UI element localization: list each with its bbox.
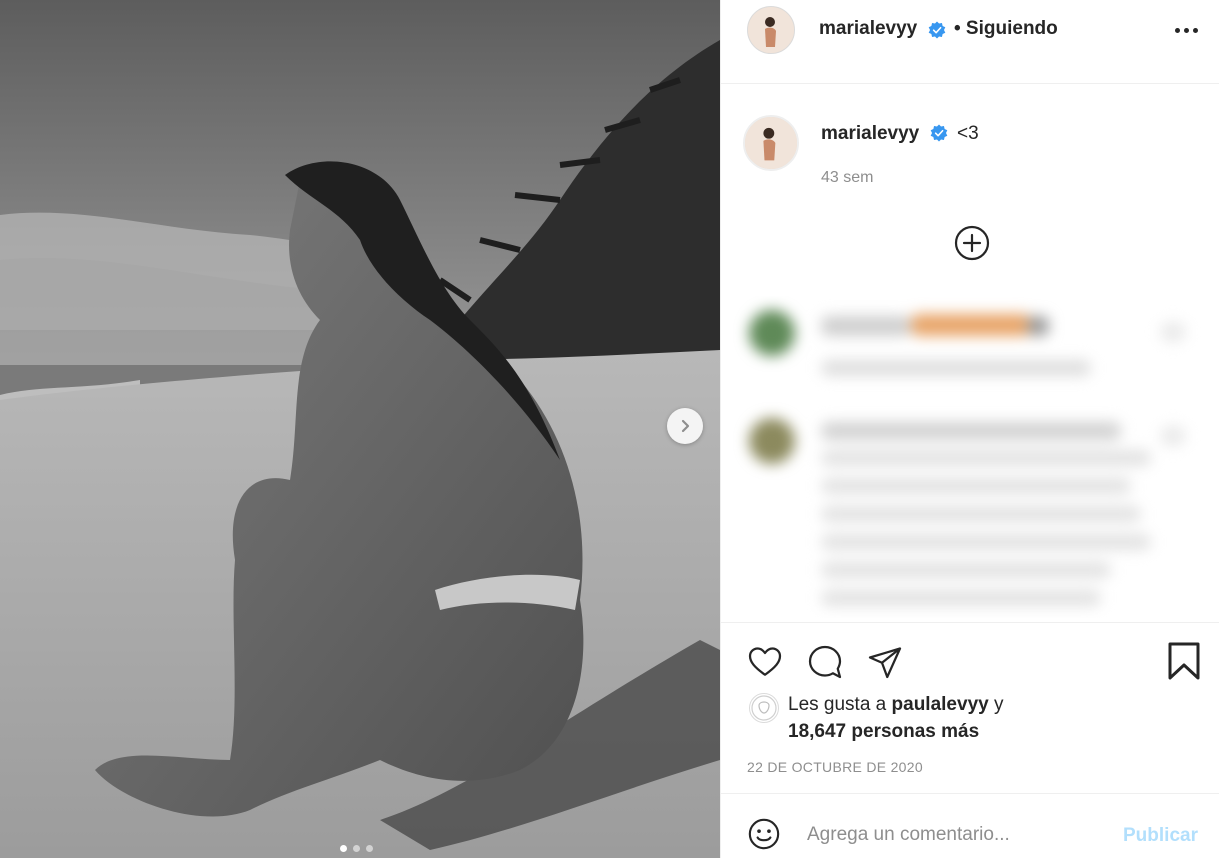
carousel-next-button[interactable] — [667, 408, 703, 444]
add-circle-icon[interactable] — [954, 225, 990, 261]
post-date[interactable]: 22 DE OCTUBRE DE 2020 — [747, 759, 923, 775]
post-header: marialevyy • Siguiendo — [721, 0, 1219, 84]
author-avatar[interactable] — [747, 6, 795, 54]
verified-badge-icon — [928, 21, 946, 39]
post-side-panel: marialevyy • Siguiendo marialevyy <3 43 … — [720, 0, 1219, 858]
post-photo[interactable] — [0, 0, 720, 858]
avatar-image — [748, 7, 794, 53]
verified-badge-icon — [930, 124, 948, 142]
chevron-right-icon — [681, 419, 690, 433]
caption-text: <3 — [957, 123, 979, 144]
comment-bar: Publicar — [721, 793, 1219, 858]
likes-connector: y — [993, 694, 1004, 715]
comment-input[interactable] — [807, 822, 1097, 848]
more-options-icon[interactable] — [1175, 22, 1201, 38]
follow-status-button[interactable]: • Siguiendo — [954, 18, 1058, 40]
emoji-icon[interactable] — [747, 817, 781, 851]
comment-icon[interactable] — [807, 644, 843, 680]
likes-prefix: Les gusta a — [788, 694, 887, 715]
carousel-indicator — [340, 845, 373, 852]
caption-username[interactable]: marialevyy — [821, 123, 919, 145]
blurred-comments — [729, 296, 1219, 618]
caption-author-avatar[interactable] — [743, 115, 799, 171]
avatar-image — [745, 117, 797, 169]
carousel-dot — [366, 845, 373, 852]
liker-avatar[interactable] — [749, 693, 779, 723]
author-username[interactable]: marialevyy — [819, 18, 917, 40]
likes-summary: Les gusta a paulalevyy y — [788, 694, 1003, 716]
avatar-image — [751, 695, 777, 721]
carousel-dot-active — [340, 845, 347, 852]
likes-count-link[interactable]: 18,647 personas más — [788, 721, 979, 743]
publish-button[interactable]: Publicar — [1123, 825, 1198, 847]
share-icon[interactable] — [867, 644, 903, 680]
liker-username[interactable]: paulalevyy — [892, 694, 989, 715]
beach-photo — [0, 0, 720, 858]
heart-icon[interactable] — [747, 644, 783, 680]
caption-timestamp[interactable]: 43 sem — [821, 169, 873, 187]
carousel-dot — [353, 845, 360, 852]
bookmark-icon[interactable] — [1167, 641, 1201, 681]
